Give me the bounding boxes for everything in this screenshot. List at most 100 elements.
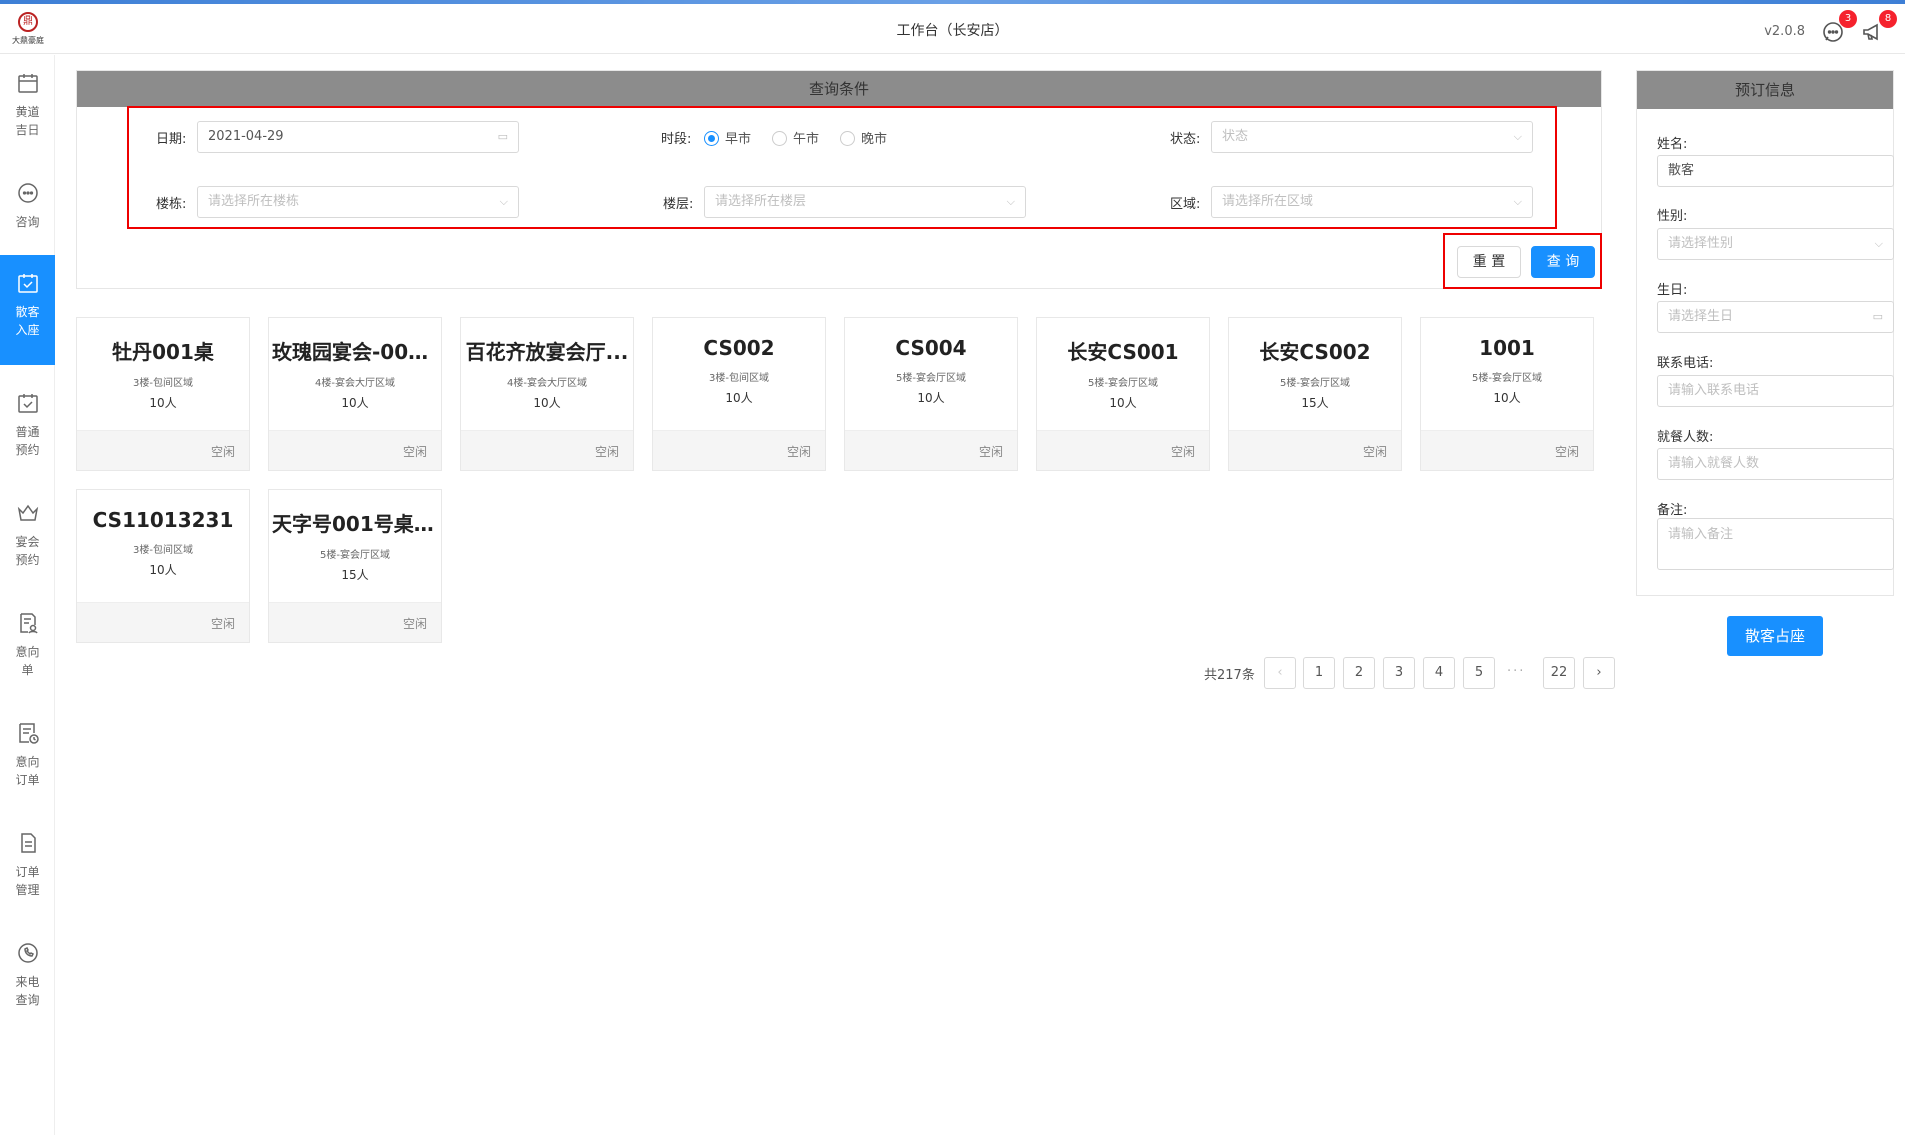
sidebar-item-walkin-seating[interactable]: 散客 入座 — [0, 255, 55, 365]
page-button-last[interactable]: 22 — [1543, 657, 1575, 689]
table-card[interactable]: CS11013231 3楼-包间区域 10人 空闲 — [76, 489, 250, 643]
area-select[interactable]: 请选择所在区域 ⌵ — [1211, 186, 1533, 218]
table-card[interactable]: 长安CS001 5楼-宴会厅区域 10人 空闲 — [1036, 317, 1210, 471]
booking-panel: 预订信息 姓名: 散客 性别: 请选择性别 ⌵ 生日: 请选择生日 ▭ 联系电话: … — [1636, 70, 1894, 596]
sidebar-item-order-management[interactable]: 订单 管理 — [0, 815, 55, 925]
phone-input[interactable]: 请输入联系电话 — [1657, 375, 1894, 407]
area-placeholder: 请选择所在区域 — [1222, 194, 1314, 209]
status-select[interactable]: 状态 ⌵ — [1211, 121, 1533, 153]
message-button[interactable]: 3 — [1821, 10, 1857, 46]
radio-unchecked-icon — [840, 131, 855, 146]
table-area: 5楼-宴会厅区域 — [1472, 373, 1542, 384]
table-card[interactable]: 玫瑰园宴会-001... 4楼-宴会大厅区域 10人 空闲 — [268, 317, 442, 471]
table-card[interactable]: 1001 5楼-宴会厅区域 10人 空闲 — [1420, 317, 1594, 471]
calendar-icon — [17, 74, 38, 93]
page-button-2[interactable]: 2 — [1343, 657, 1375, 689]
sidebar-item-call-lookup[interactable]: 来电 查询 — [0, 925, 55, 1035]
sidebar-item-intent-order[interactable]: 意向 订单 — [0, 705, 55, 815]
table-card[interactable]: CS004 5楼-宴会厅区域 10人 空闲 — [844, 317, 1018, 471]
table-status: 空闲 — [594, 445, 619, 459]
notice-count-badge: 8 — [1879, 10, 1897, 28]
name-input[interactable]: 散客 — [1657, 155, 1894, 187]
table-card-footer: 空闲 — [77, 602, 249, 642]
pagination-ellipsis[interactable]: ··· — [1507, 664, 1525, 679]
page-button-5[interactable]: 5 — [1463, 657, 1495, 689]
date-picker[interactable]: 2021-04-29 ▭ — [197, 121, 519, 153]
table-name: 长安CS001 — [1067, 340, 1179, 364]
period-radio-evening[interactable]: 晚市 — [840, 128, 887, 147]
table-capacity: 10人 — [341, 396, 369, 410]
radio-label: 早市 — [725, 132, 752, 147]
calendar-check-icon — [17, 394, 38, 413]
table-card-footer: 空闲 — [77, 430, 249, 470]
sidebar-item-banquet-booking[interactable]: 宴会 预约 — [0, 485, 55, 595]
walkin-seat-button[interactable]: 散客占座 — [1727, 616, 1823, 656]
sidebar-item-intent-form[interactable]: 意向 单 — [0, 595, 55, 705]
phone-icon — [17, 943, 38, 963]
table-area: 5楼-宴会厅区域 — [320, 550, 390, 561]
table-card-footer: 空闲 — [1037, 430, 1209, 470]
table-card[interactable]: 长安CS002 5楼-宴会厅区域 15人 空闲 — [1228, 317, 1402, 471]
table-name: CS002 — [703, 336, 775, 360]
table-area: 3楼-包间区域 — [133, 378, 193, 389]
table-name: 长安CS002 — [1259, 340, 1371, 364]
table-status: 空闲 — [1170, 445, 1195, 459]
sidebar-item-label: 意向 单 — [15, 645, 40, 677]
guests-placeholder: 请输入就餐人数 — [1668, 456, 1760, 471]
floor-placeholder: 请选择所在楼层 — [715, 194, 807, 209]
gender-select[interactable]: 请选择性别 ⌵ — [1657, 228, 1894, 260]
table-card-footer: 空闲 — [269, 430, 441, 470]
table-card-footer: 空闲 — [1421, 430, 1593, 470]
sidebar-item-label: 普通 预约 — [15, 425, 40, 457]
table-area: 5楼-宴会厅区域 — [1088, 378, 1158, 389]
birthday-placeholder: 请选择生日 — [1668, 309, 1734, 324]
next-page-button[interactable]: › — [1583, 657, 1615, 689]
remark-placeholder: 请输入备注 — [1668, 527, 1734, 542]
table-capacity: 15人 — [341, 568, 369, 582]
prev-page-button[interactable]: ‹ — [1264, 657, 1296, 689]
table-name: 玫瑰园宴会-001... — [272, 340, 441, 364]
table-area: 5楼-宴会厅区域 — [896, 373, 966, 384]
sidebar-item-regular-booking[interactable]: 普通 预约 — [0, 375, 55, 485]
period-radio-noon[interactable]: 午市 — [772, 128, 819, 147]
table-status: 空闲 — [1362, 445, 1387, 459]
table-status: 空闲 — [210, 617, 235, 631]
name-label: 姓名: — [1657, 137, 1688, 152]
calendar-check-icon — [17, 274, 38, 293]
guests-input[interactable]: 请输入就餐人数 — [1657, 448, 1894, 480]
table-card[interactable]: 天字号001号桌01 5楼-宴会厅区域 15人 空闲 — [268, 489, 442, 643]
chevron-down-icon: ⌵ — [1513, 195, 1522, 208]
table-status: 空闲 — [978, 445, 1003, 459]
table-name: CS11013231 — [92, 508, 234, 532]
table-card[interactable]: CS002 3楼-包间区域 10人 空闲 — [652, 317, 826, 471]
floor-select[interactable]: 请选择所在楼层 ⌵ — [704, 186, 1026, 218]
building-select[interactable]: 请选择所在楼栋 ⌵ — [197, 186, 519, 218]
table-status: 空闲 — [1554, 445, 1579, 459]
notice-button[interactable]: 8 — [1861, 10, 1897, 46]
sidebar-item-lucky-days[interactable]: 黄道 吉日 — [0, 55, 55, 165]
reset-button[interactable]: 重 置 — [1457, 246, 1521, 278]
table-card-footer: 空闲 — [1229, 430, 1401, 470]
page-button-4[interactable]: 4 — [1423, 657, 1455, 689]
booking-panel-title: 预订信息 — [1637, 71, 1893, 109]
date-value: 2021-04-29 — [208, 129, 284, 144]
table-name: 百花齐放宴会厅... — [465, 340, 629, 364]
radio-checked-icon — [704, 131, 719, 146]
table-capacity: 10人 — [725, 391, 753, 405]
page-button-3[interactable]: 3 — [1383, 657, 1415, 689]
table-card-footer: 空闲 — [461, 430, 633, 470]
app-header: 鼎 大鼎豪庭 工作台（长安店） v2.0.8 3 8 — [0, 4, 1905, 54]
search-button[interactable]: 查 询 — [1531, 246, 1595, 278]
chevron-down-icon: ⌵ — [1513, 130, 1522, 143]
table-card[interactable]: 牡丹001桌 3楼-包间区域 10人 空闲 — [76, 317, 250, 471]
chat-icon — [17, 183, 38, 203]
table-card[interactable]: 百花齐放宴会厅... 4楼-宴会大厅区域 10人 空闲 — [460, 317, 634, 471]
remark-textarea[interactable]: 请输入备注 — [1657, 518, 1894, 570]
sidebar-item-label: 咨询 — [15, 215, 40, 229]
birthday-picker[interactable]: 请选择生日 ▭ — [1657, 301, 1894, 333]
period-radio-morning[interactable]: 早市 — [704, 128, 751, 147]
sidebar-item-label: 意向 订单 — [15, 755, 40, 787]
crown-icon — [17, 504, 38, 521]
page-button-1[interactable]: 1 — [1303, 657, 1335, 689]
table-capacity: 10人 — [149, 563, 177, 577]
